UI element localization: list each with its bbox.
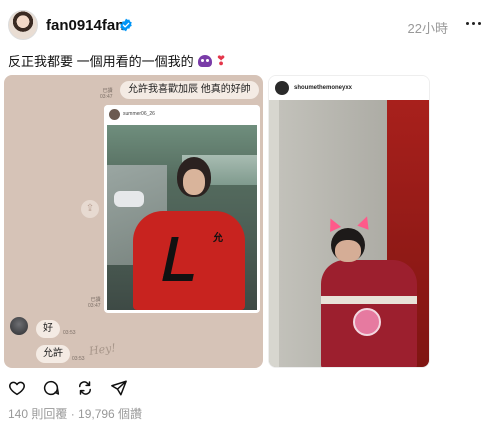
post-image-instagram[interactable]: shoumethemoneyxx [268,75,430,368]
ig-post-avatar [275,81,289,95]
ghost-emoji-icon [197,54,212,67]
more-dot-icon [471,21,475,25]
chat-time: 03:53 [63,330,76,336]
post-timestamp: 22小時 [407,21,448,36]
photo-person-face [335,240,361,262]
shared-post-header: summer06_26 [104,105,260,124]
handwritten-scribble: Hey! [88,341,117,358]
author-username[interactable]: fan0914fan [46,17,124,34]
chat-avatar [10,317,28,335]
photo-sweater-text: 允 [213,233,223,244]
post-stats[interactable]: 140 則回覆 · 19,796 個讚 [8,405,142,422]
shared-post-photo: 允 [107,125,257,310]
ig-post-username: shoumethemoneyxx [294,85,353,91]
post-image-chat-screenshot[interactable]: 已讀 03:47 允許我喜歡加辰 他真的好帥 summer06_26 允 ⇪ 已… [4,75,263,368]
post-action-bar [8,378,128,398]
more-dot-icon [465,21,469,25]
chat-bubble-reply: 好 [36,320,60,338]
photo-jersey-logo [353,308,381,336]
more-options-button[interactable] [460,12,486,34]
chat-time: 03:53 [72,356,85,362]
heart-emoji-icon: ❣ [215,52,227,68]
ig-post-photo [269,100,429,367]
shared-post-username: summer06_26 [123,111,155,117]
thread-post: fan0914fan 22小時 反正我都要 一個用看的一個我的 ❣ 已讀 03:… [0,0,500,429]
share-send-icon[interactable] [110,379,128,397]
photo-person-face [183,169,205,195]
photo-jersey-stripe [321,296,417,304]
chat-bubble-reply: 允許 [36,345,70,363]
share-icon: ⇪ [81,200,99,218]
photo-car [114,191,144,207]
caption-text: 反正我都要 一個用看的一個我的 [8,54,194,69]
chat-read-time: 已讀 03:47 [88,297,101,309]
reply-comment-icon[interactable] [42,379,60,397]
verified-badge-icon [120,18,132,32]
post-caption: 反正我都要 一個用看的一個我的 ❣ [8,51,227,70]
chat-bubble-message: 允許我喜歡加辰 他真的好帥 [120,81,259,99]
author-avatar[interactable] [8,10,38,40]
like-heart-icon[interactable] [8,379,26,397]
shared-ig-post: summer06_26 允 [104,105,260,313]
photo-pipe [269,100,279,367]
chat-read-time: 已讀 03:47 [100,88,113,100]
more-dot-icon [477,21,481,25]
shared-post-avatar [109,109,120,120]
ig-post-header: shoumethemoneyxx [269,76,429,100]
carousel-overflow-area [434,75,500,368]
repost-icon[interactable] [76,379,94,397]
